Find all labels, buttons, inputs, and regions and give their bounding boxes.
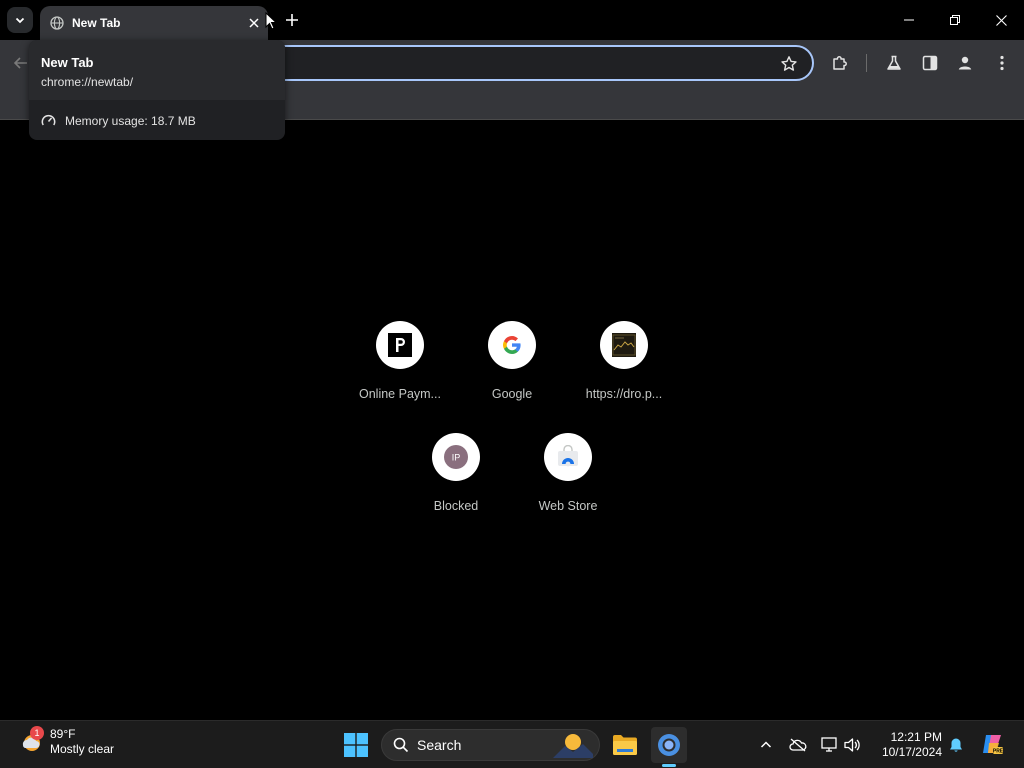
shortcut-web-store[interactable]: Web Store [512,433,624,533]
weather-temp: 89°F [50,727,76,741]
toolbar-separator [866,54,867,72]
new-tab-page: Online Paym... Google https://dro.p... I… [0,121,1024,720]
flask-icon [887,55,901,70]
windows-logo-icon [344,733,368,757]
clock-time: 12:21 PM [890,730,942,744]
extensions-button[interactable] [830,53,850,73]
restore-button[interactable] [932,0,978,40]
profile-button[interactable] [955,53,975,73]
copilot-icon: PRE [983,735,1004,755]
memory-usage-text: Memory usage: 18.7 MB [65,113,196,128]
p-logo-icon [376,321,424,369]
web-store-icon [544,433,592,481]
more-vertical-icon [1000,55,1004,71]
taskbar: 1 89°F Mostly clear Search 12:21 PM 10/1… [0,720,1024,768]
side-panel-button[interactable] [920,53,940,73]
show-hidden-icons-button[interactable] [756,735,776,755]
minimize-icon [904,19,914,21]
hover-card-title: New Tab [41,55,94,70]
notifications-button[interactable] [946,735,966,755]
tab-title: New Tab [72,16,121,30]
tab-hover-card: New Tab chrome://newtab/ Memory usage: 1… [29,40,285,140]
bookmark-star-icon[interactable] [780,55,798,73]
puzzle-icon [833,56,847,70]
svg-text:PRE: PRE [993,749,1004,755]
close-icon[interactable] [246,15,262,31]
weather-widget[interactable]: 1 89°F Mostly clear [18,726,114,757]
hover-card-url: chrome://newtab/ [41,75,134,89]
hover-card-memory: Memory usage: 18.7 MB [29,100,285,140]
tab-search-button[interactable] [7,7,33,33]
search-icon [393,737,409,753]
tab-strip: New Tab [0,0,1024,40]
folder-icon [613,735,637,755]
speaker-icon [844,738,860,752]
weather-icon: 1 [18,726,46,756]
shortcut-label: Blocked [433,499,479,513]
minimize-button[interactable] [886,0,932,40]
weather-text: 89°F Mostly clear [50,727,114,757]
active-app-indicator [662,764,676,767]
hover-card-header: New Tab chrome://newtab/ [29,40,285,100]
cloud-offline-icon [789,738,807,752]
ip-badge-icon: IP [432,433,480,481]
shortcut-label: Online Paym... [359,387,441,401]
gauge-icon [41,113,56,128]
volume-button[interactable] [843,735,863,755]
shortcut-online-payments[interactable]: Online Paym... [344,321,456,421]
notification-badge: 1 [30,726,44,740]
site-thumbnail-icon [600,321,648,369]
plus-icon [286,14,298,26]
globe-icon [50,16,64,30]
chrome-taskbar-button[interactable] [651,727,687,767]
shortcut-dro[interactable]: https://dro.p... [568,321,680,421]
restore-icon [950,15,960,25]
browser-menu-button[interactable] [992,53,1012,73]
new-tab-button[interactable] [282,10,302,30]
person-icon [958,56,972,70]
chrome-logo-icon [658,734,680,756]
shortcut-label: https://dro.p... [585,387,663,401]
mouse-cursor-icon [265,12,277,30]
weather-desc: Mostly clear [50,742,115,756]
clock-date: 10/17/2024 [881,745,942,759]
network-button[interactable] [820,735,840,755]
search-label: Search [417,737,462,753]
file-explorer-button[interactable] [607,727,643,763]
clock[interactable]: 12:21 PM 10/17/2024 [872,730,942,760]
close-window-button[interactable] [978,0,1024,40]
google-logo-icon [488,321,536,369]
chrome-labs-button[interactable] [884,53,904,73]
shortcut-label: Web Store [538,499,598,513]
shortcut-google[interactable]: Google [456,321,568,421]
side-panel-icon [922,55,938,71]
taskbar-search[interactable]: Search [381,729,600,761]
svg-text:IP: IP [452,453,461,463]
search-highlight-icon [553,734,593,758]
bell-icon [950,738,962,752]
arrow-left-icon [13,57,27,69]
onedrive-button[interactable] [788,735,808,755]
close-window-icon [995,14,1007,26]
chevron-down-icon [15,17,25,24]
network-icon [821,737,837,752]
shortcut-blocked[interactable]: IP Blocked [400,433,512,533]
tab-new-tab[interactable]: New Tab [40,6,268,40]
copilot-button[interactable]: PRE [980,732,1004,756]
shortcut-label: Google [491,387,533,401]
start-button[interactable] [344,733,368,757]
chevron-up-icon [760,741,772,748]
